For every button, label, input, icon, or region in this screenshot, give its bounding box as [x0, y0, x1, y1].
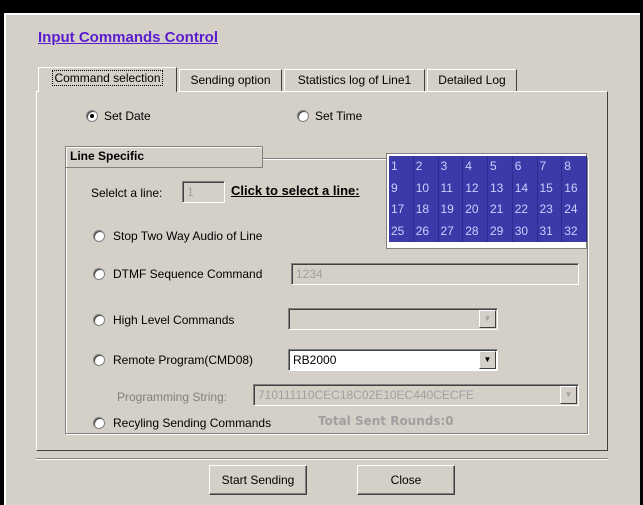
- line-cell-26[interactable]: 26: [414, 220, 439, 242]
- programming-string-select[interactable]: 710111110CEC18C02E10EC440CECFE ▼: [253, 384, 579, 406]
- line-cell-28[interactable]: 28: [463, 220, 488, 242]
- remote-program-value: RB2000: [293, 353, 337, 367]
- stop-audio-radio[interactable]: [93, 230, 105, 242]
- close-button[interactable]: Close: [357, 465, 455, 495]
- click-to-select-line-link[interactable]: Click to select a line:: [231, 183, 360, 198]
- line-cell-14[interactable]: 14: [513, 177, 538, 199]
- line-cell-30[interactable]: 30: [513, 220, 538, 242]
- line-specific-title: Line Specific: [65, 146, 263, 168]
- line-cell-18[interactable]: 18: [414, 199, 439, 221]
- line-cell-1[interactable]: 1: [389, 156, 414, 178]
- selected-line-field[interactable]: 1: [182, 181, 225, 203]
- line-cell-11[interactable]: 11: [439, 177, 464, 199]
- dialog-title-link[interactable]: Input Commands Control: [38, 29, 218, 46]
- line-cell-4[interactable]: 4: [463, 156, 488, 178]
- tab-sending-option[interactable]: Sending option: [179, 69, 282, 91]
- line-cell-13[interactable]: 13: [488, 177, 513, 199]
- set-time-label: Set Time: [315, 109, 363, 123]
- line-cell-22[interactable]: 22: [513, 199, 538, 221]
- line-cell-8[interactable]: 8: [562, 156, 587, 178]
- line-cell-2[interactable]: 2: [414, 156, 439, 178]
- high-level-radio[interactable]: [93, 314, 105, 326]
- line-cell-32[interactable]: 32: [562, 220, 587, 242]
- line-cell-6[interactable]: 6: [513, 156, 538, 178]
- high-level-commands-select[interactable]: ▼: [288, 308, 498, 330]
- line-cell-24[interactable]: 24: [562, 199, 587, 221]
- set-date-radio[interactable]: [86, 110, 98, 122]
- line-cell-16[interactable]: 16: [562, 177, 587, 199]
- select-line-label: Selelct a line:: [91, 186, 163, 200]
- set-time-radio[interactable]: [297, 110, 309, 122]
- line-selector-grid-box: 1 2 3 4 5 6 7 8 9 10 11 12 13 14 15 16 17 18 19 20 21 22 23 24 2…: [386, 153, 587, 249]
- line-cell-3[interactable]: 3: [439, 156, 464, 178]
- chevron-down-icon[interactable]: ▼: [479, 351, 496, 369]
- line-cell-23[interactable]: 23: [538, 199, 563, 221]
- line-cell-25[interactable]: 25: [389, 220, 414, 242]
- total-sent-rounds: Total Sent Rounds:0: [318, 414, 454, 428]
- line-cell-10[interactable]: 10: [414, 177, 439, 199]
- line-cell-15[interactable]: 15: [538, 177, 563, 199]
- line-cell-5[interactable]: 5: [488, 156, 513, 178]
- recycling-label: Recyling Sending Commands: [113, 416, 272, 430]
- set-date-label: Set Date: [104, 109, 151, 123]
- start-sending-button[interactable]: Start Sending: [209, 465, 307, 495]
- line-cell-7[interactable]: 7: [538, 156, 563, 178]
- high-level-label: High Level Commands: [113, 313, 235, 327]
- stop-audio-label: Stop Two Way Audio of Line: [113, 229, 263, 243]
- line-cell-20[interactable]: 20: [463, 199, 488, 221]
- line-cell-31[interactable]: 31: [538, 220, 563, 242]
- dtmf-sequence-field[interactable]: 1234: [291, 263, 579, 285]
- remote-program-label: Remote Program(CMD08): [113, 353, 254, 367]
- recycling-radio[interactable]: [93, 417, 105, 429]
- line-cell-21[interactable]: 21: [488, 199, 513, 221]
- line-cell-27[interactable]: 27: [439, 220, 464, 242]
- line-selector-grid: 1 2 3 4 5 6 7 8 9 10 11 12 13 14 15 16 17 18 19 20 21 22 23 24 2…: [389, 156, 587, 242]
- window-top-border: [0, 0, 643, 13]
- chevron-down-icon[interactable]: ▼: [479, 310, 496, 328]
- tab-statistics-log[interactable]: Statistics log of Line1: [284, 69, 425, 91]
- line-cell-29[interactable]: 29: [488, 220, 513, 242]
- footer-separator: [36, 458, 608, 460]
- tab-detailed-log[interactable]: Detailed Log: [427, 69, 517, 91]
- dtmf-radio[interactable]: [93, 268, 105, 280]
- chevron-down-icon[interactable]: ▼: [560, 386, 577, 404]
- line-cell-9[interactable]: 9: [389, 177, 414, 199]
- programming-string-value: 710111110CEC18C02E10EC440CECFE: [258, 388, 474, 402]
- line-cell-17[interactable]: 17: [389, 199, 414, 221]
- line-cell-19[interactable]: 19: [439, 199, 464, 221]
- dtmf-label: DTMF Sequence Command: [113, 267, 263, 281]
- remote-program-radio[interactable]: [93, 354, 105, 366]
- line-cell-12[interactable]: 12: [463, 177, 488, 199]
- programming-string-label: Programming String:: [117, 390, 228, 404]
- remote-program-select[interactable]: RB2000 ▼: [288, 349, 498, 371]
- tab-command-selection[interactable]: Command selection: [38, 67, 177, 92]
